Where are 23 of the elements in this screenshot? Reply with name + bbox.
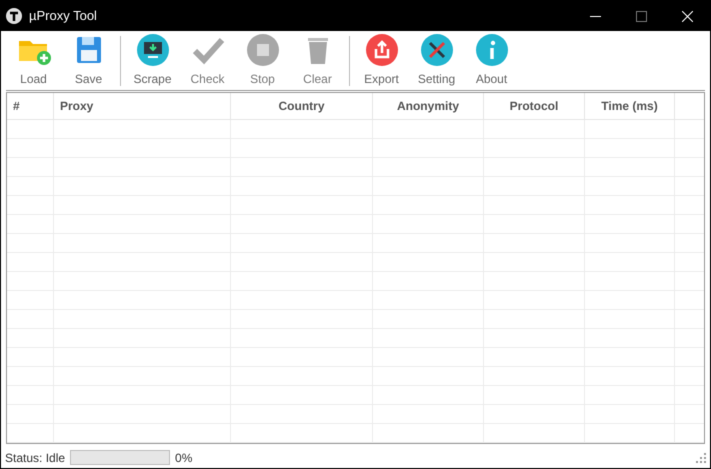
info-icon	[474, 33, 508, 67]
toolbar-button[interactable]: Save	[61, 32, 116, 88]
resize-grip-icon[interactable]	[696, 452, 706, 462]
column-header[interactable]: Protocol	[484, 93, 585, 119]
toolbar-button[interactable]: Load	[6, 32, 61, 88]
progress-reading: 0%	[175, 450, 192, 466]
stop-icon	[246, 33, 280, 67]
column-header[interactable]: Country	[231, 93, 373, 119]
status-text: Status: Idle	[5, 450, 66, 466]
window-title: µProxy Tool	[29, 7, 97, 26]
toolbar-button[interactable]: Setting	[409, 32, 464, 88]
column-header[interactable]: #	[7, 93, 54, 119]
monitor-download-icon	[136, 33, 170, 67]
maximize-icon	[636, 10, 646, 22]
toolbar-button[interactable]: Export	[354, 32, 409, 88]
column-header[interactable]: Time (ms)	[585, 93, 675, 119]
column-header[interactable]: Proxy	[54, 93, 231, 119]
toolbar-button[interactable]: About	[464, 32, 519, 88]
export-icon	[364, 33, 398, 67]
column-header[interactable]: Anonymity	[373, 93, 484, 119]
toolbar-button[interactable]: Scrape	[125, 32, 180, 88]
app-logo-icon	[5, 7, 23, 25]
close-icon	[682, 10, 692, 22]
